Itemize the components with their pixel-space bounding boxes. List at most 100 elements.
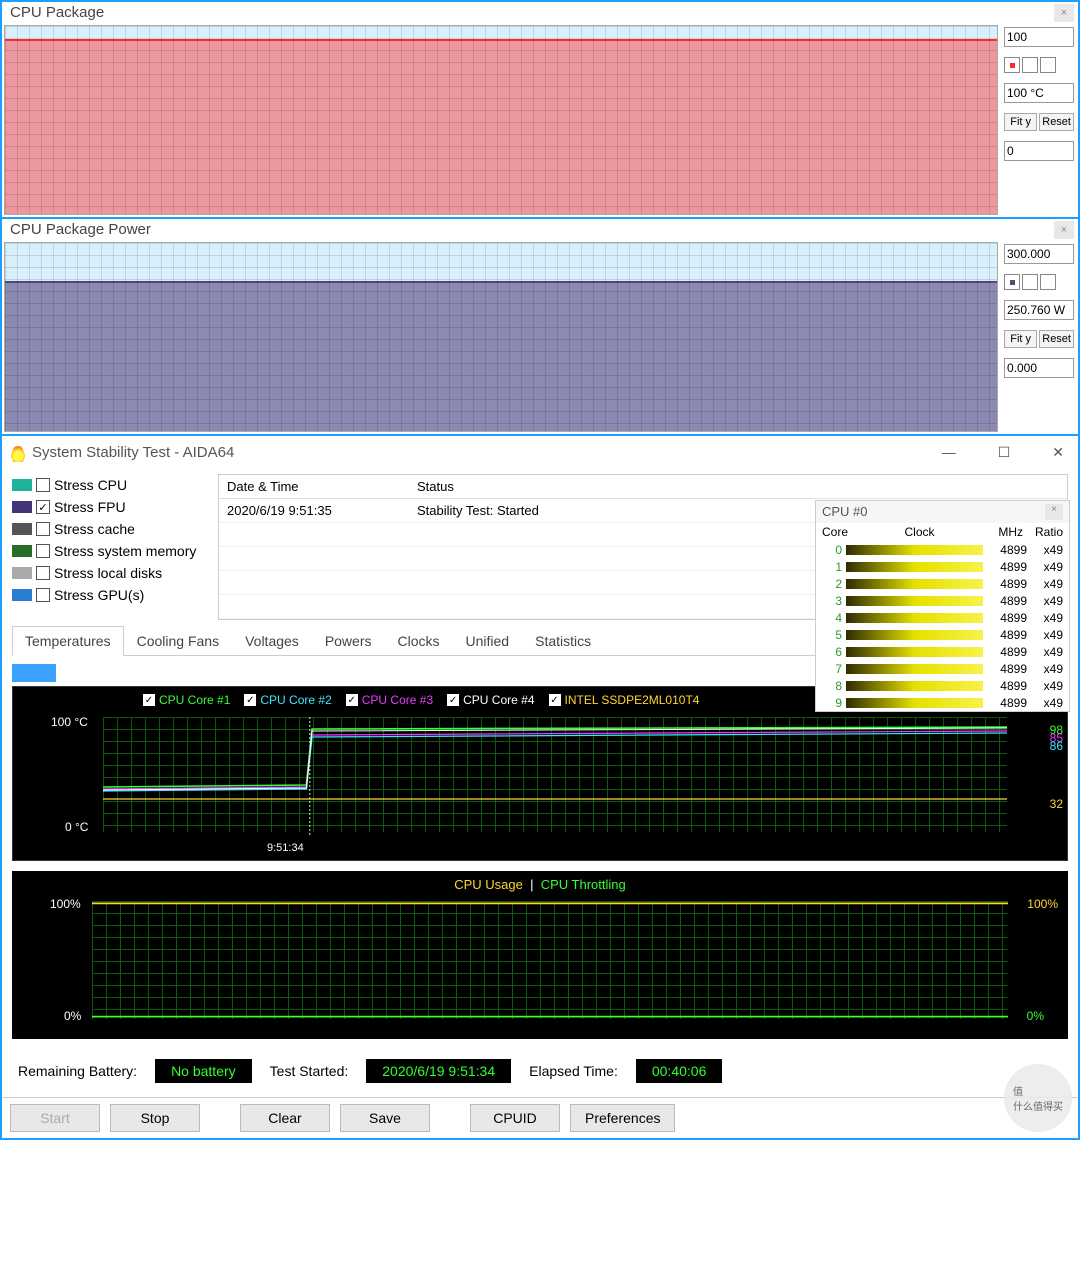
chart-title: CPU Package Power bbox=[10, 221, 151, 238]
core-row: 94899x49 bbox=[816, 694, 1069, 711]
series-swatch[interactable] bbox=[1022, 57, 1038, 73]
tab-statistics[interactable]: Statistics bbox=[522, 626, 604, 655]
chart-area bbox=[4, 242, 998, 432]
stop-button[interactable]: Stop bbox=[110, 1104, 200, 1132]
checkbox[interactable] bbox=[36, 588, 50, 602]
series-value: 86 bbox=[1050, 739, 1063, 753]
series-selector[interactable] bbox=[12, 664, 56, 682]
reset-button[interactable]: Reset bbox=[1039, 113, 1074, 131]
clock-bar bbox=[846, 613, 983, 623]
core-row: 74899x49 bbox=[816, 660, 1069, 677]
elapsed-label: Elapsed Time: bbox=[529, 1063, 618, 1079]
y-min-input[interactable] bbox=[1004, 358, 1074, 378]
started-label: Test Started: bbox=[270, 1063, 349, 1079]
chart-close[interactable]: × bbox=[1054, 4, 1074, 22]
core-row: 14899x49 bbox=[816, 558, 1069, 575]
col-header-datetime: Date & Time bbox=[227, 479, 417, 494]
clock-bar bbox=[846, 579, 983, 589]
tab-unified[interactable]: Unified bbox=[453, 626, 523, 655]
elapsed-value: 00:40:06 bbox=[636, 1059, 723, 1083]
stress-label: Stress FPU bbox=[54, 499, 126, 515]
col-header-status: Status bbox=[417, 479, 1059, 494]
current-value[interactable] bbox=[1004, 83, 1074, 103]
fit-y-button[interactable]: Fit y bbox=[1004, 330, 1037, 348]
stress-label: Stress CPU bbox=[54, 477, 127, 493]
watermark: 值什么值得买 bbox=[1004, 1064, 1072, 1132]
series-value: 32 bbox=[1050, 797, 1063, 811]
cpu0-panel: CPU #0× Core Clock MHz Ratio 04899x49148… bbox=[815, 500, 1070, 712]
checkbox[interactable] bbox=[36, 544, 50, 558]
stress-label: Stress system memory bbox=[54, 543, 196, 559]
clock-bar bbox=[846, 562, 983, 572]
series-swatch[interactable] bbox=[1022, 274, 1038, 290]
series-swatch[interactable] bbox=[1040, 274, 1056, 290]
cpuid-button[interactable]: CPUID bbox=[470, 1104, 560, 1132]
stress-label: Stress GPU(s) bbox=[54, 587, 144, 603]
legend-item[interactable]: ✓INTEL SSDPE2ML010T4 bbox=[549, 693, 700, 707]
clock-bar bbox=[846, 647, 983, 657]
tab-cooling fans[interactable]: Cooling Fans bbox=[124, 626, 233, 655]
core-row: 84899x49 bbox=[816, 677, 1069, 694]
legend-item[interactable]: ✓CPU Core #3 bbox=[346, 693, 433, 707]
stress-option[interactable]: Stress GPU(s) bbox=[12, 584, 212, 606]
clock-bar bbox=[846, 630, 983, 640]
temperature-graph: ✓CPU Core #1 ✓CPU Core #2 ✓CPU Core #3 ✓CPU… bbox=[12, 686, 1068, 861]
series-swatch[interactable] bbox=[1040, 57, 1056, 73]
core-row: 64899x49 bbox=[816, 643, 1069, 660]
tab-temperatures[interactable]: Temperatures bbox=[12, 626, 124, 656]
checkbox[interactable] bbox=[36, 478, 50, 492]
chart-area bbox=[4, 25, 998, 215]
checkbox[interactable] bbox=[36, 566, 50, 580]
core-row: 54899x49 bbox=[816, 626, 1069, 643]
clock-bar bbox=[846, 681, 983, 691]
clock-bar bbox=[846, 596, 983, 606]
y-max-input[interactable] bbox=[1004, 244, 1074, 264]
current-value[interactable] bbox=[1004, 300, 1074, 320]
y-min-input[interactable] bbox=[1004, 141, 1074, 161]
cpu0-close[interactable]: × bbox=[1045, 504, 1063, 520]
hw-icon bbox=[12, 589, 32, 601]
hw-icon bbox=[12, 545, 32, 557]
tab-clocks[interactable]: Clocks bbox=[385, 626, 453, 655]
hw-icon bbox=[12, 479, 32, 491]
legend-item[interactable]: ✓CPU Core #1 bbox=[143, 693, 230, 707]
close-button[interactable]: ✕ bbox=[1046, 444, 1070, 461]
reset-button[interactable]: Reset bbox=[1039, 330, 1074, 348]
clock-bar bbox=[846, 545, 983, 555]
preferences-button[interactable]: Preferences bbox=[570, 1104, 675, 1132]
stress-option[interactable]: Stress CPU bbox=[12, 474, 212, 496]
y-max-input[interactable] bbox=[1004, 27, 1074, 47]
hw-icon bbox=[12, 523, 32, 535]
app-icon bbox=[10, 442, 26, 462]
series-swatch[interactable] bbox=[1004, 274, 1020, 290]
save-button[interactable]: Save bbox=[340, 1104, 430, 1132]
battery-value: No battery bbox=[155, 1059, 252, 1083]
stress-option[interactable]: Stress system memory bbox=[12, 540, 212, 562]
start-button[interactable]: Start bbox=[10, 1104, 100, 1132]
checkbox[interactable]: ✓ bbox=[36, 500, 50, 514]
stress-option[interactable]: Stress cache bbox=[12, 518, 212, 540]
tab-voltages[interactable]: Voltages bbox=[232, 626, 312, 655]
minimize-button[interactable]: — bbox=[936, 444, 962, 461]
cpu0-title: CPU #0 bbox=[822, 504, 868, 520]
battery-label: Remaining Battery: bbox=[18, 1063, 137, 1079]
core-row: 34899x49 bbox=[816, 592, 1069, 609]
core-row: 04899x49 bbox=[816, 541, 1069, 558]
stress-label: Stress cache bbox=[54, 521, 135, 537]
legend-item[interactable]: ✓CPU Core #4 bbox=[447, 693, 534, 707]
legend-item[interactable]: ✓CPU Core #2 bbox=[244, 693, 331, 707]
clear-button[interactable]: Clear bbox=[240, 1104, 330, 1132]
hw-icon bbox=[12, 567, 32, 579]
window-title: System Stability Test - AIDA64 bbox=[32, 444, 234, 461]
usage-graph: CPU Usage | CPU Throttling 100% 0% 100% … bbox=[12, 871, 1068, 1039]
chart-close[interactable]: × bbox=[1054, 221, 1074, 239]
series-swatch[interactable] bbox=[1004, 57, 1020, 73]
fit-y-button[interactable]: Fit y bbox=[1004, 113, 1037, 131]
checkbox[interactable] bbox=[36, 522, 50, 536]
clock-bar bbox=[846, 698, 983, 708]
stress-option[interactable]: Stress local disks bbox=[12, 562, 212, 584]
chart-title: CPU Package bbox=[10, 4, 104, 21]
tab-powers[interactable]: Powers bbox=[312, 626, 385, 655]
stress-option[interactable]: ✓ Stress FPU bbox=[12, 496, 212, 518]
maximize-button[interactable]: ☐ bbox=[992, 444, 1017, 461]
